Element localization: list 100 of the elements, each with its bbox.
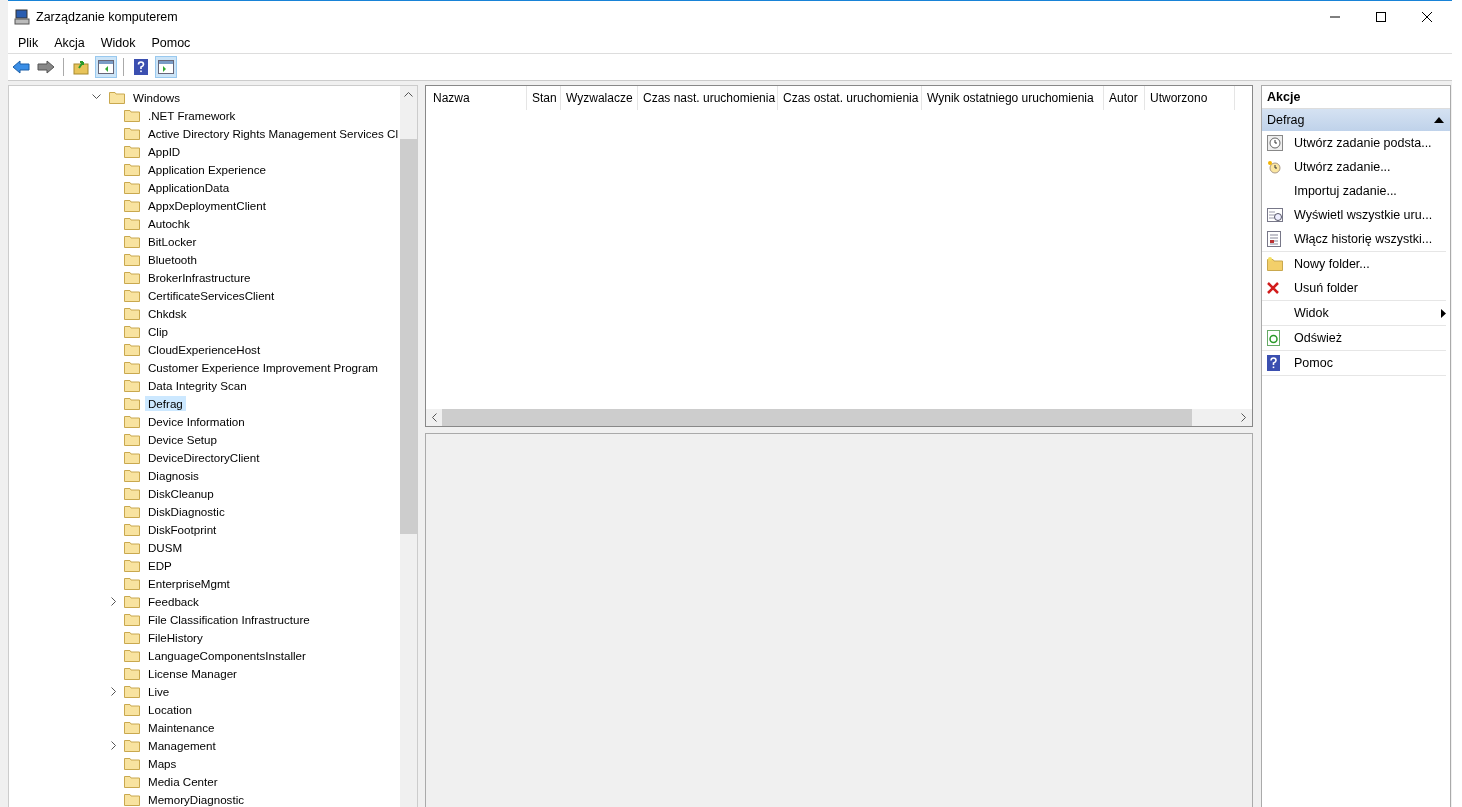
folder-icon: [124, 162, 140, 176]
tree-item[interactable]: CertificateServicesClient: [145, 287, 278, 303]
column-header[interactable]: Wynik ostatniego uruchomienia: [922, 86, 1104, 110]
tree-item[interactable]: Bluetooth: [145, 251, 200, 267]
tree-item[interactable]: DiskFootprint: [145, 521, 220, 537]
calendar-clock-icon: [1267, 208, 1283, 222]
action-link[interactable]: Importuj zadanie...: [1294, 184, 1397, 198]
scrollbar-thumb[interactable]: [400, 139, 417, 534]
tree-item[interactable]: EDP: [145, 557, 175, 573]
tree-item[interactable]: Live: [145, 683, 173, 699]
folder-icon: [124, 342, 140, 356]
tree-item[interactable]: Diagnosis: [145, 467, 202, 483]
close-icon[interactable]: [1422, 12, 1432, 22]
folder-icon: [124, 756, 140, 770]
column-header[interactable]: Czas nast. uruchomienia: [638, 86, 778, 110]
scroll-up-icon[interactable]: [404, 91, 413, 97]
folder-icon: [124, 684, 140, 698]
refresh-icon: [1267, 330, 1280, 346]
column-header[interactable]: Czas ostat. uruchomienia: [778, 86, 922, 110]
vertical-scrollbar[interactable]: [400, 86, 417, 807]
tree-item[interactable]: LanguageComponentsInstaller: [145, 647, 309, 663]
chevron-right-icon[interactable]: [111, 596, 117, 606]
column-header[interactable]: Autor: [1104, 86, 1145, 110]
scroll-right-icon[interactable]: [1241, 413, 1247, 422]
tree-item[interactable]: Data Integrity Scan: [145, 377, 250, 393]
folder-icon: [124, 360, 140, 374]
task-clock-icon: [1267, 160, 1281, 174]
column-header[interactable]: Utworzono: [1145, 86, 1235, 110]
action-link[interactable]: Utwórz zadanie podsta...: [1294, 136, 1432, 150]
tree-item[interactable]: AppxDeploymentClient: [145, 197, 269, 213]
tree-item[interactable]: DiskDiagnostic: [145, 503, 228, 519]
tree-item[interactable]: Management: [145, 737, 219, 753]
menu-item[interactable]: Plik: [10, 36, 47, 50]
menu-item[interactable]: Akcja: [46, 36, 93, 50]
maximize-icon[interactable]: [1376, 12, 1386, 22]
tree-label: Windows: [132, 89, 182, 105]
tree-item[interactable]: Active Directory Rights Management Services Cl: [145, 125, 400, 141]
delete-icon: [1267, 282, 1279, 294]
folder-icon: [124, 648, 140, 662]
folder-icon: [124, 558, 140, 572]
tree-item[interactable]: License Manager: [145, 665, 240, 681]
menu-item[interactable]: Pomoc: [143, 36, 199, 50]
tree-item[interactable]: Windows: [9, 88, 400, 106]
folder-icon: [124, 576, 140, 590]
tree-item[interactable]: Chkdsk: [145, 305, 190, 321]
tree-item[interactable]: CloudExperienceHost: [145, 341, 264, 357]
tree-item[interactable]: Device Information: [145, 413, 248, 429]
action-link[interactable]: Widok: [1294, 306, 1329, 320]
tree-item[interactable]: Maps: [145, 755, 180, 771]
show-tree-button[interactable]: [95, 56, 117, 78]
tree-item[interactable]: ApplicationData: [145, 179, 233, 195]
folder-icon: [124, 450, 140, 464]
tree-item[interactable]: .NET Framework: [145, 107, 239, 123]
folder-icon: [124, 252, 140, 266]
action-link[interactable]: Utwórz zadanie...: [1294, 160, 1391, 174]
tree-item[interactable]: AppID: [145, 143, 184, 159]
tree-item[interactable]: FileHistory: [145, 629, 206, 645]
tree-item[interactable]: Defrag: [145, 395, 186, 411]
column-header[interactable]: Wyzwalacze: [561, 86, 638, 110]
actions-section-header[interactable]: Defrag: [1262, 109, 1450, 131]
clock-icon: [1267, 135, 1283, 151]
tree-item[interactable]: Autochk: [145, 215, 193, 231]
tree-item[interactable]: Device Setup: [145, 431, 220, 447]
column-header[interactable]: Stan: [527, 86, 561, 110]
folder-icon: [124, 216, 140, 230]
scroll-left-icon[interactable]: [431, 413, 437, 422]
folder-icon: [124, 522, 140, 536]
tree-item[interactable]: Maintenance: [145, 719, 218, 735]
folder-icon: [124, 108, 140, 122]
action-link[interactable]: Pomoc: [1294, 356, 1333, 370]
show-pane-button[interactable]: [155, 56, 177, 78]
tree-item[interactable]: Customer Experience Improvement Program: [145, 359, 382, 375]
tree-item[interactable]: DeviceDirectoryClient: [145, 449, 263, 465]
tree-item[interactable]: BitLocker: [145, 233, 200, 249]
chevron-right-icon[interactable]: [111, 740, 117, 750]
folder-icon: [124, 594, 140, 608]
column-header[interactable]: Nazwa: [428, 86, 527, 110]
action-link[interactable]: Odśwież: [1294, 331, 1342, 345]
tree-item[interactable]: Media Center: [145, 773, 221, 789]
tree-item[interactable]: Application Experience: [145, 161, 269, 177]
tree-item[interactable]: BrokerInfrastructure: [145, 269, 254, 285]
collapse-icon[interactable]: [1434, 117, 1444, 123]
action-link[interactable]: Wyświetl wszystkie uru...: [1294, 208, 1433, 222]
tree-item[interactable]: EnterpriseMgmt: [145, 575, 233, 591]
tree-item[interactable]: MemoryDiagnostic: [145, 791, 247, 807]
action-link[interactable]: Nowy folder...: [1294, 257, 1370, 271]
chevron-right-icon[interactable]: [111, 686, 117, 696]
tree-item[interactable]: Feedback: [145, 593, 202, 609]
action-link[interactable]: Usuń folder: [1294, 281, 1358, 295]
action-link[interactable]: Włącz historię wszystki...: [1294, 232, 1433, 246]
menu-item[interactable]: Widok: [92, 36, 144, 50]
tree-item[interactable]: File Classification Infrastructure: [145, 611, 313, 627]
chevron-down-icon[interactable]: [92, 94, 101, 100]
folder-icon: [109, 90, 125, 104]
folder-icon: [124, 324, 140, 338]
folder-icon: [124, 414, 140, 428]
tree-item[interactable]: DiskCleanup: [145, 485, 217, 501]
tree-item[interactable]: Clip: [145, 323, 171, 339]
tree-item[interactable]: Location: [145, 701, 195, 717]
tree-item[interactable]: DUSM: [145, 539, 186, 555]
